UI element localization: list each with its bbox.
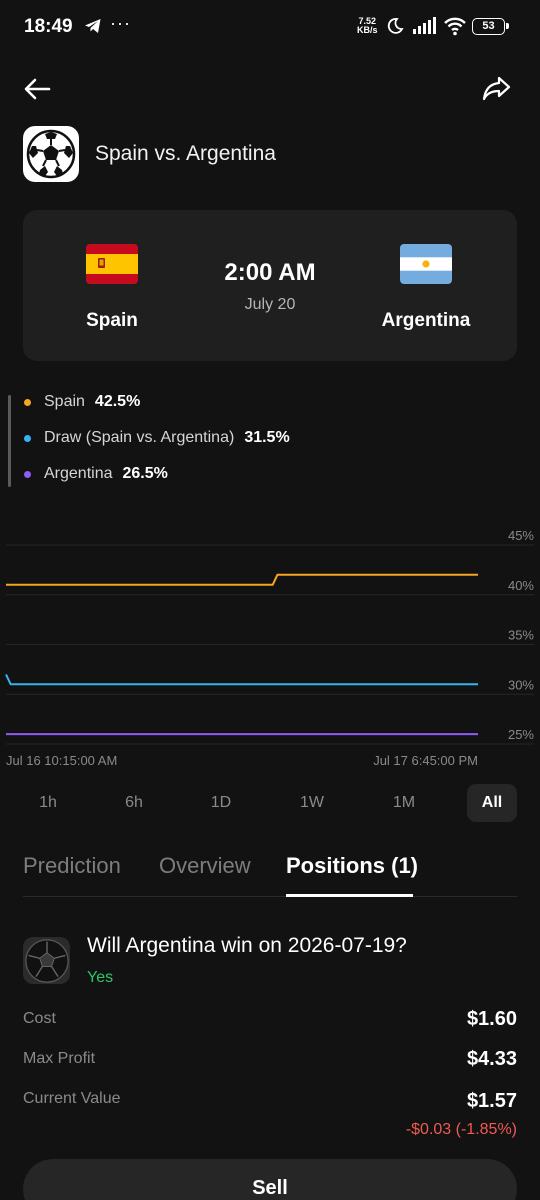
legend-name: Spain xyxy=(44,393,85,410)
y-tick-label: 25% xyxy=(508,727,534,742)
signal-icon xyxy=(413,17,437,40)
argentina-flag-icon xyxy=(400,244,452,284)
sell-button[interactable]: Sell xyxy=(23,1159,517,1200)
series-line-1 xyxy=(5,673,478,686)
x-axis-start-label: Jul 16 10:15:00 AM xyxy=(6,753,117,768)
telegram-icon xyxy=(84,18,102,39)
soccer-ball-icon xyxy=(23,126,79,182)
status-time: 18:49 xyxy=(24,16,73,37)
range-1m[interactable]: 1M xyxy=(379,784,429,822)
legend-divider xyxy=(8,395,11,487)
time-range-selector: 1h 6h 1D 1W 1M All xyxy=(20,784,520,822)
cost-value: $1.60 xyxy=(466,1008,517,1030)
legend-name: Argentina xyxy=(44,465,113,482)
max-profit-label: Max Profit xyxy=(23,1050,96,1067)
y-tick-label: 40% xyxy=(508,578,534,593)
legend-item-argentina: Argentina 26.5% xyxy=(24,465,168,483)
legend-dot xyxy=(24,470,31,478)
range-1h[interactable]: 1h xyxy=(23,784,73,822)
y-tick-label: 35% xyxy=(508,628,534,643)
range-1w[interactable]: 1W xyxy=(287,784,337,822)
legend-value: 26.5% xyxy=(122,465,168,482)
event-header: Spain vs. Argentina xyxy=(23,126,276,182)
active-tab-indicator xyxy=(286,894,413,897)
current-value-label: Current Value xyxy=(23,1090,121,1107)
match-time: 2:00 AM xyxy=(224,259,316,286)
soccer-ball-icon xyxy=(23,937,70,984)
spain-flag-icon xyxy=(86,244,138,284)
cost-label: Cost xyxy=(23,1010,56,1027)
position-outcome: Yes xyxy=(87,969,114,986)
value-change: -$0.03 (-1.85%) xyxy=(405,1121,517,1138)
price-chart[interactable]: 45% 40% 35% 30% 25% Jul 16 10:15:00 AM Jul 1… xyxy=(0,520,540,775)
legend-dot xyxy=(24,434,31,442)
legend-value: 42.5% xyxy=(94,393,141,410)
wifi-icon xyxy=(443,16,467,41)
back-button[interactable] xyxy=(22,73,54,105)
event-title: Spain vs. Argentina xyxy=(95,142,276,165)
share-icon xyxy=(482,76,511,101)
match-date: July 20 xyxy=(244,296,296,313)
away-team: Argentina xyxy=(361,244,491,332)
range-1d[interactable]: 1D xyxy=(196,784,246,822)
match-card: Spain 2:00 AM July 20 Argentina xyxy=(23,210,517,361)
tab-prediction[interactable]: Prediction xyxy=(23,853,121,879)
home-team-name: Spain xyxy=(86,310,138,331)
series-line-0 xyxy=(6,573,478,586)
legend-value: 31.5% xyxy=(244,429,290,446)
home-team: Spain xyxy=(47,244,177,332)
range-all[interactable]: All xyxy=(467,784,517,822)
legend-item-draw: Draw (Spain vs. Argentina) 31.5% xyxy=(24,429,290,447)
tab-positions[interactable]: Positions (1) xyxy=(286,853,418,879)
network-speed-unit: KB/s xyxy=(357,25,378,35)
y-tick-label: 45% xyxy=(508,528,534,543)
status-bar: 18:49 ··· 7.52 KB/s 53 xyxy=(0,0,540,54)
arrow-left-icon xyxy=(24,78,51,100)
tab-bar: Prediction Overview Positions (1) xyxy=(23,848,517,897)
max-profit-value: $4.33 xyxy=(466,1048,517,1070)
y-tick-label: 30% xyxy=(508,677,534,692)
legend-dot xyxy=(24,398,31,406)
range-6h[interactable]: 6h xyxy=(109,784,159,822)
more-notifications-icon: ··· xyxy=(110,13,131,33)
legend-item-spain: Spain 42.5% xyxy=(24,393,140,411)
tab-overview[interactable]: Overview xyxy=(159,853,251,879)
battery-indicator: 53 xyxy=(472,18,509,35)
x-axis-end-label: Jul 17 6:45:00 PM xyxy=(373,753,478,768)
current-value: $1.57 xyxy=(466,1090,517,1112)
legend-name: Draw (Spain vs. Argentina) xyxy=(44,429,235,446)
moon-icon xyxy=(386,17,404,40)
position-question[interactable]: Will Argentina win on 2026-07-19? xyxy=(87,934,407,958)
away-team-name: Argentina xyxy=(381,310,471,331)
share-button[interactable] xyxy=(480,73,512,105)
network-speed: 7.52 KB/s xyxy=(357,17,378,35)
